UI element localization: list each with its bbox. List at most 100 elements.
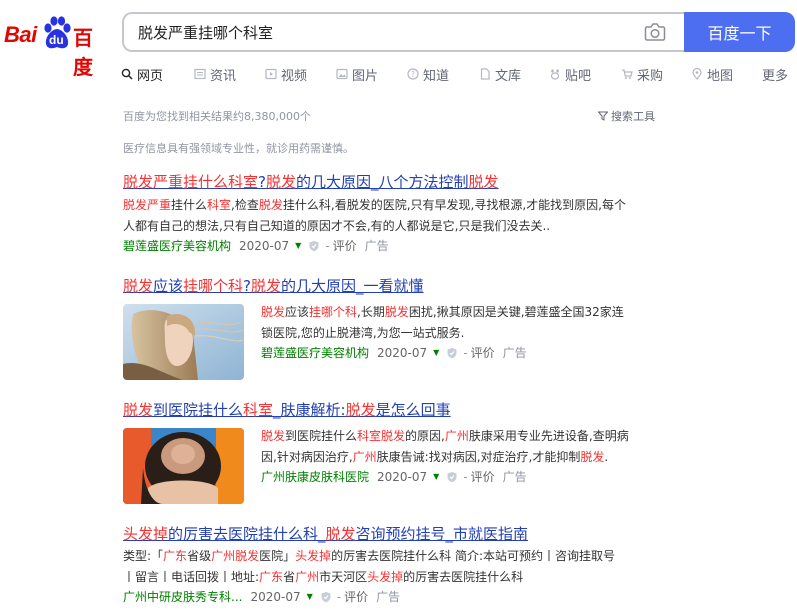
result-date: 2020-07 — [250, 590, 301, 604]
search-tools-label: 搜索工具 — [611, 110, 655, 123]
search-button[interactable]: 百度一下 — [684, 12, 795, 52]
logo-text-du: du — [49, 33, 64, 47]
evaluate-link[interactable]: 评价 — [471, 344, 495, 362]
result-date: 2020-07 — [377, 470, 428, 484]
tab-label: 资讯 — [210, 68, 237, 84]
title-text: 是怎么回事 — [375, 401, 451, 419]
title-text: 的厉害去医院挂什么科_ — [168, 525, 326, 543]
title-highlight: 挂哪个科 — [183, 277, 244, 295]
abs-text: ,长期 — [357, 305, 385, 319]
caret-down-icon[interactable]: ▼ — [307, 588, 313, 606]
title-highlight: 脱发 — [123, 401, 154, 419]
shield-icon[interactable] — [446, 471, 458, 483]
tab-label: 知道 — [423, 68, 450, 84]
result-title-link[interactable]: 头发掉的厉害去医院挂什么科_脱发咨询预约挂号_市就医指南 — [123, 524, 683, 544]
abs-text: 应该 — [285, 305, 310, 319]
result-thumbnail[interactable] — [123, 428, 244, 504]
image-icon — [336, 68, 348, 80]
abs-highlight: 广州脱发 — [211, 549, 260, 563]
tab-label: 贴吧 — [565, 68, 592, 84]
tab-web[interactable]: 网页 — [121, 64, 163, 84]
tab-zhidao[interactable]: ? 知道 — [407, 64, 449, 84]
title-text: ? — [258, 173, 266, 191]
title-highlight: 头发掉 — [123, 525, 169, 543]
logo-text-baidu: 百度 — [73, 26, 93, 79]
result-source[interactable]: 广州中研皮肤秀专科... — [123, 588, 242, 606]
abs-highlight: 广州 — [352, 450, 377, 464]
caret-down-icon[interactable]: ▼ — [433, 344, 439, 362]
ad-label: 广告 — [364, 239, 389, 253]
result-meta: 广州中研皮肤秀专科... 2020-07 ▼ - 评价 广告 — [123, 588, 683, 606]
abs-text: 医院」 — [259, 549, 296, 563]
caret-down-icon[interactable]: ▼ — [433, 468, 439, 486]
abs-text: 省级 — [187, 549, 212, 563]
search-tabs: 网页 资讯 视频 图片 ? 知道 文库 贴吧 采购 地图 更多 — [121, 64, 797, 86]
bald-head-photo — [123, 428, 244, 504]
abs-text: 的厉害去医院挂什么科 — [403, 570, 524, 584]
title-highlight: 脱发 — [325, 525, 356, 543]
result-abstract: 类型:「广东省级广州脱发医院」头发掉的厉害去医院挂什么科 简介:本站可预约丨咨询… — [123, 546, 683, 588]
abs-highlight: 科室脱发 — [357, 429, 406, 443]
abs-highlight: 脱发 — [384, 305, 409, 319]
tab-more[interactable]: 更多 — [762, 64, 788, 84]
map-pin-icon — [692, 68, 702, 80]
tab-wenku[interactable]: 文库 — [479, 64, 521, 84]
search-tools-button[interactable]: 搜索工具 — [598, 108, 655, 124]
abs-text: 省 — [283, 570, 296, 584]
shield-icon[interactable] — [320, 591, 332, 603]
separator: - — [463, 346, 468, 360]
title-text: 的几大原因_一看就懂 — [281, 277, 424, 295]
result-title-link[interactable]: 脱发严重挂什么科室?脱发的几大原因_八个方法控制脱发 — [123, 172, 683, 192]
title-highlight: 脱发 — [265, 173, 296, 191]
evaluate-link[interactable]: 评价 — [344, 588, 368, 606]
result-title-link[interactable]: 脱发到医院挂什么科室_肤康解析:脱发是怎么回事 — [123, 400, 683, 420]
result-body: 脱发到医院挂什么科室脱发的原因,广州肤康采用专业先进设备,查明病 因,针对病因治… — [261, 426, 661, 486]
document-icon — [480, 68, 490, 80]
shield-icon[interactable] — [308, 240, 320, 252]
abs-text: 的原因, — [405, 429, 445, 443]
tab-video[interactable]: 视频 — [265, 64, 307, 84]
abs-text: 因,针对病因治疗, — [261, 450, 353, 464]
result-count: 百度为您找到相关结果约8,380,000个 — [123, 110, 311, 123]
tab-tieba[interactable]: 贴吧 — [549, 64, 591, 84]
result-date: 2020-07 — [377, 346, 428, 360]
title-text: 到医院挂什么 — [153, 401, 244, 419]
tab-news[interactable]: 资讯 — [194, 64, 236, 84]
abs-text: 类型:「 — [123, 549, 164, 563]
abs-highlight: 挂哪个科 — [309, 305, 358, 319]
separator: - — [336, 590, 342, 604]
result-source[interactable]: 碧莲盛医疗美容机构 — [261, 344, 369, 362]
result-title-link[interactable]: 脱发应该挂哪个科?脱发的几大原因_一看就懂 — [123, 276, 683, 296]
title-highlight: 脱发 — [468, 173, 499, 191]
title-highlight: 脱发严重挂什么科室 — [123, 173, 259, 191]
title-text: 应该 — [153, 277, 184, 295]
caret-down-icon[interactable]: ▼ — [295, 237, 301, 255]
shield-icon[interactable] — [446, 347, 458, 359]
abs-text: 丨留言丨电话回拨丨地址: — [123, 570, 260, 584]
result-source[interactable]: 碧莲盛医疗美容机构 — [123, 237, 231, 255]
baidu-logo[interactable]: Bai du 百度 — [4, 16, 106, 79]
svg-text:?: ? — [411, 70, 415, 79]
abs-highlight: 头发掉 — [367, 570, 404, 584]
title-text: 咨询预约挂号_市就医指南 — [355, 525, 529, 543]
tab-label: 地图 — [707, 68, 734, 84]
result-meta: 碧莲盛医疗美容机构 2020-07 ▼ - 评价 广告 — [123, 237, 683, 255]
video-icon — [265, 68, 277, 80]
tab-map[interactable]: 地图 — [691, 64, 733, 84]
separator: - — [463, 470, 468, 484]
tab-images[interactable]: 图片 — [336, 64, 378, 84]
result-source[interactable]: 广州肤康皮肤科医院 — [261, 468, 369, 486]
result-date: 2020-07 — [239, 239, 290, 253]
medical-notice: 医疗信息具有强领域专业性，就诊用药需谨慎。 — [123, 142, 354, 155]
camera-icon[interactable] — [644, 22, 666, 42]
evaluate-link[interactable]: 评价 — [471, 468, 495, 486]
evaluate-link[interactable]: 评价 — [333, 237, 357, 255]
abs-highlight: 脱发严重 — [123, 198, 172, 212]
search-input[interactable] — [138, 14, 628, 50]
result-body: 脱发应该挂哪个科,长期脱发困扰,揪其原因是关键,碧莲盛全国32家连 锁医院,您的… — [261, 302, 661, 362]
tab-procurement[interactable]: 采购 — [621, 64, 663, 84]
logo-text-bai: Bai — [4, 22, 37, 47]
title-text: 的几大原因_八个方法控制 — [296, 173, 469, 191]
result-thumbnail[interactable] — [123, 304, 244, 380]
abs-text: . — [604, 450, 609, 464]
